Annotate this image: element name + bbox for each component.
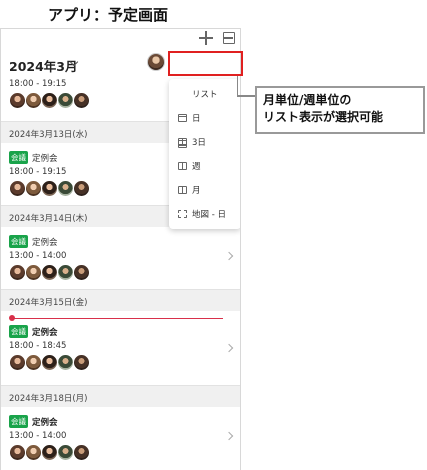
- attendee-avatars: [9, 444, 232, 461]
- category-badge: 会議: [9, 415, 28, 428]
- attendee-avatar: [9, 92, 26, 109]
- attendee-avatar: [25, 354, 42, 371]
- category-badge: 会議: [9, 151, 28, 164]
- avatar[interactable]: [147, 53, 165, 71]
- attendee-avatar: [9, 264, 26, 281]
- attendee-avatar: [41, 444, 58, 461]
- month-selector[interactable]: 2024年3月: [9, 56, 78, 75]
- attendee-avatar: [73, 180, 90, 197]
- attendee-avatar: [57, 354, 74, 371]
- date-separator: 2024年3月18日(月): [1, 385, 240, 407]
- event-title: 定例会: [32, 417, 58, 428]
- attendee-avatar: [25, 264, 42, 281]
- attendee-avatar: [73, 444, 90, 461]
- caption: アプリ：予定画面: [48, 6, 169, 24]
- attendee-avatar: [25, 444, 42, 461]
- callout-line: 月単位/週単位の: [263, 93, 352, 107]
- attendee-avatar: [41, 92, 58, 109]
- menu-item-day[interactable]: 日: [169, 107, 240, 129]
- event-title: 定例会: [32, 153, 58, 164]
- event-title: 定例会: [32, 237, 58, 248]
- attendee-avatar: [57, 444, 74, 461]
- attendee-avatar: [73, 264, 90, 281]
- menu-item-3day[interactable]: 3日: [169, 131, 240, 153]
- attendee-avatar: [57, 264, 74, 281]
- list-item[interactable]: 会議 定例会 13:00 - 14:00: [1, 407, 240, 469]
- callout-connector: [237, 95, 255, 97]
- event-time: 13:00 - 14:00: [9, 251, 67, 261]
- attendee-avatar: [9, 354, 26, 371]
- current-time-line: [13, 317, 223, 319]
- map-view-icon: [178, 210, 187, 218]
- attendee-avatar: [25, 92, 42, 109]
- callout-line: リスト表示が選択可能: [263, 110, 384, 124]
- view-switch-icon[interactable]: [223, 32, 235, 44]
- menu-item-week[interactable]: 週: [169, 155, 240, 177]
- attendee-avatar: [73, 354, 90, 371]
- menu-item-month[interactable]: 月: [169, 179, 240, 201]
- list-item[interactable]: 会議 定例会 18:00 - 18:45: [1, 325, 240, 385]
- attendee-avatars: [9, 264, 232, 281]
- date-separator: 2024年3月15日(金): [1, 289, 240, 311]
- attendee-avatar: [9, 444, 26, 461]
- list-item[interactable]: 会議 定例会 13:00 - 14:00: [1, 227, 240, 289]
- screen: アプリ：予定画面 2024年3月 18:00 - 19:15 2024年3月13…: [0, 0, 427, 470]
- attendee-avatar: [41, 180, 58, 197]
- highlight-box: [168, 51, 243, 76]
- callout-box: 月単位/週単位の リスト表示が選択可能: [255, 86, 425, 134]
- day-view-icon: [178, 114, 187, 122]
- attendee-avatars: [9, 354, 232, 371]
- event-time: 18:00 - 18:45: [9, 341, 67, 351]
- attendee-avatar: [73, 92, 90, 109]
- app-frame: 2024年3月 18:00 - 19:15 2024年3月13日(水) 会議 定…: [0, 28, 241, 470]
- attendee-avatar: [9, 180, 26, 197]
- attendee-avatar: [57, 92, 74, 109]
- month-view-icon: [178, 186, 187, 194]
- callout-connector: [226, 76, 238, 96]
- three-day-view-icon: [178, 138, 187, 146]
- plus-icon[interactable]: [199, 31, 213, 45]
- event-time: 13:00 - 14:00: [9, 431, 67, 441]
- toolbar: [1, 29, 240, 51]
- attendee-avatar: [57, 180, 74, 197]
- week-view-icon: [178, 162, 187, 170]
- view-menu: リスト 日 3日 週 月 地図 - 日: [169, 79, 240, 229]
- attendee-avatar: [41, 264, 58, 281]
- menu-item-map-day[interactable]: 地図 - 日: [169, 203, 240, 225]
- current-time-indicator: [1, 311, 240, 325]
- category-badge: 会議: [9, 235, 28, 248]
- event-title: 定例会: [32, 327, 58, 338]
- category-badge: 会議: [9, 325, 28, 338]
- attendee-avatar: [25, 180, 42, 197]
- attendee-avatar: [41, 354, 58, 371]
